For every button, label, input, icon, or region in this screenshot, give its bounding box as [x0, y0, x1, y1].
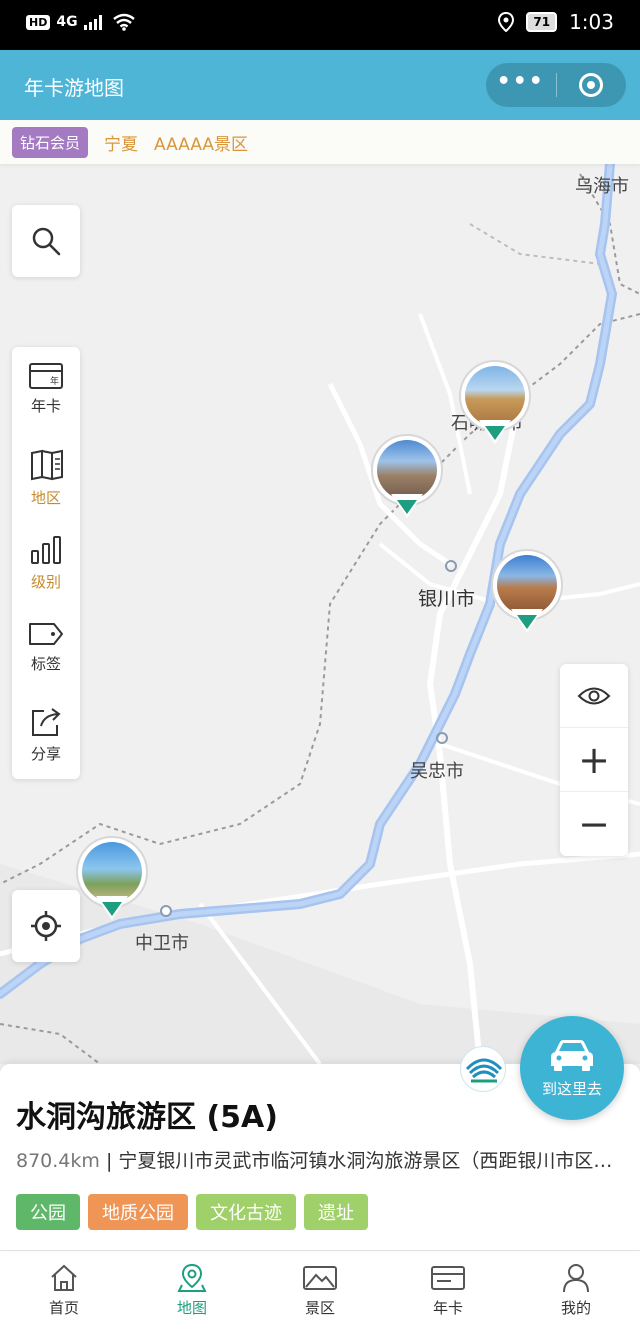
- tab-label: 年卡: [432, 1299, 463, 1317]
- map-controls: + −: [560, 664, 628, 856]
- target-ring-icon: [579, 73, 604, 97]
- tab-map[interactable]: 地图: [128, 1251, 256, 1330]
- wifi-icon: [112, 13, 135, 31]
- city-label-wuhai: 乌海市: [575, 176, 629, 197]
- tab-label: 地图: [176, 1299, 207, 1317]
- region-filter[interactable]: 宁夏: [104, 130, 138, 155]
- share-icon: [32, 708, 61, 736]
- eye-icon: [577, 687, 611, 704]
- locate-button[interactable]: [12, 890, 80, 962]
- scenic-pin[interactable]: [491, 549, 563, 641]
- scenic-pin-selected[interactable]: [76, 836, 148, 928]
- search-icon: [32, 227, 61, 256]
- tab-profile[interactable]: 我的: [512, 1251, 640, 1330]
- hd-indicator: HD: [26, 14, 51, 30]
- scenic-pin[interactable]: [459, 360, 531, 452]
- tool-label: 分享: [30, 745, 61, 763]
- tab-home[interactable]: 首页: [0, 1251, 128, 1330]
- network-type: 4G: [56, 14, 78, 30]
- navigate-label: 到这里去: [541, 1079, 602, 1098]
- side-toolbar: 年 年卡 地区 级别 标签 分享: [12, 347, 80, 779]
- pin-tail: [397, 500, 417, 514]
- zoom-in-button[interactable]: +: [560, 728, 628, 792]
- bar-level-icon: [31, 536, 61, 564]
- tab-label: 我的: [560, 1299, 591, 1317]
- user-icon: [563, 1264, 589, 1293]
- tool-share[interactable]: 分享: [12, 703, 80, 789]
- spot-separator: |: [99, 1150, 119, 1172]
- tag-park[interactable]: 公园: [16, 1194, 80, 1230]
- tag-heritage[interactable]: 文化古迹: [196, 1194, 296, 1230]
- more-dots-icon: •••: [496, 68, 545, 94]
- clock: 1:03: [569, 10, 614, 34]
- zoom-out-button[interactable]: −: [560, 792, 628, 856]
- minus-icon: −: [578, 802, 610, 846]
- member-badge[interactable]: 钻石会员: [12, 126, 89, 158]
- card-icon: [431, 1266, 465, 1290]
- close-button[interactable]: [557, 63, 627, 107]
- tool-annual-card[interactable]: 年 年卡: [12, 359, 80, 445]
- map-book-icon: [31, 449, 63, 481]
- view-toggle-button[interactable]: [560, 664, 628, 728]
- tab-label: 首页: [48, 1299, 79, 1317]
- location-icon: [498, 12, 515, 32]
- tool-label: 地区: [30, 489, 61, 507]
- navigate-button[interactable]: 到这里去: [520, 1016, 624, 1120]
- level-filter[interactable]: AAAAA景区: [154, 130, 248, 155]
- city-label-wuzhong: 吴忠市: [410, 761, 464, 782]
- tool-label: 级别: [30, 573, 61, 591]
- search-button[interactable]: [12, 205, 80, 277]
- tool-tag[interactable]: 标签: [12, 617, 80, 703]
- map-pin-icon: [177, 1263, 207, 1292]
- crosshair-icon: [31, 911, 61, 941]
- pin-tail: [485, 426, 505, 440]
- page-title: 年卡游地图: [24, 76, 124, 100]
- car-icon: [551, 1039, 593, 1071]
- mountain-icon: [303, 1266, 337, 1290]
- tool-level[interactable]: 级别: [12, 531, 80, 617]
- spot-title: 水洞沟旅游区 (5A): [16, 1100, 278, 1135]
- plus-icon: +: [578, 737, 610, 782]
- more-button[interactable]: •••: [486, 63, 556, 107]
- pin-tail: [102, 902, 122, 916]
- tool-label: 标签: [30, 655, 61, 673]
- park-logo-icon: [463, 1049, 505, 1091]
- pin-photo: [497, 555, 557, 615]
- city-label-zhongwei: 中卫市: [135, 933, 189, 954]
- spot-subtitle: 870.4km | 宁夏银川市灵武市临河镇水洞沟旅游景区（西距银川市区约19公里…: [16, 1146, 616, 1173]
- pin-photo: [82, 842, 142, 902]
- park-logo: [460, 1046, 506, 1092]
- status-bar: HD 4G 71 1:03: [0, 0, 640, 50]
- tag-geopark[interactable]: 地质公园: [88, 1194, 188, 1230]
- filter-bar: 钻石会员 宁夏 AAAAA景区: [0, 120, 640, 164]
- svg-text:年: 年: [50, 375, 59, 387]
- status-left: HD 4G: [26, 13, 136, 31]
- tab-label: 景区: [304, 1299, 335, 1317]
- tool-label: 年卡: [30, 397, 61, 415]
- tag-ruins[interactable]: 遗址: [304, 1194, 368, 1230]
- bottom-tab-bar: 首页 地图 景区 年卡 我的: [0, 1250, 640, 1330]
- tool-region[interactable]: 地区: [12, 445, 80, 531]
- battery-indicator: 71: [526, 12, 558, 32]
- spot-address: 宁夏银川市灵武市临河镇水洞沟旅游景区（西距银川市区约19公里）: [118, 1150, 616, 1172]
- pin-photo: [465, 366, 525, 426]
- city-label-yinchuan: 银川市: [418, 588, 476, 610]
- signal-icon: [83, 15, 102, 30]
- map-view[interactable]: 乌海市 石嘴山市 银川市 吴忠市 中卫市: [0, 164, 640, 1064]
- title-bar: 年卡游地图 •••: [0, 50, 640, 120]
- pin-photo: [377, 440, 437, 500]
- tag-icon: [29, 623, 63, 645]
- card-icon: 年: [29, 363, 63, 389]
- home-icon: [51, 1264, 77, 1291]
- spot-distance: 870.4km: [16, 1150, 100, 1172]
- scenic-pin[interactable]: [371, 434, 443, 526]
- spot-tags: 公园 地质公园 文化古迹 遗址: [16, 1194, 368, 1230]
- pin-tail: [517, 615, 537, 629]
- status-right: 71 1:03: [498, 10, 614, 34]
- miniprogram-capsule: •••: [486, 63, 626, 107]
- tab-scenic[interactable]: 景区: [256, 1251, 384, 1330]
- tab-annual-card[interactable]: 年卡: [384, 1251, 512, 1330]
